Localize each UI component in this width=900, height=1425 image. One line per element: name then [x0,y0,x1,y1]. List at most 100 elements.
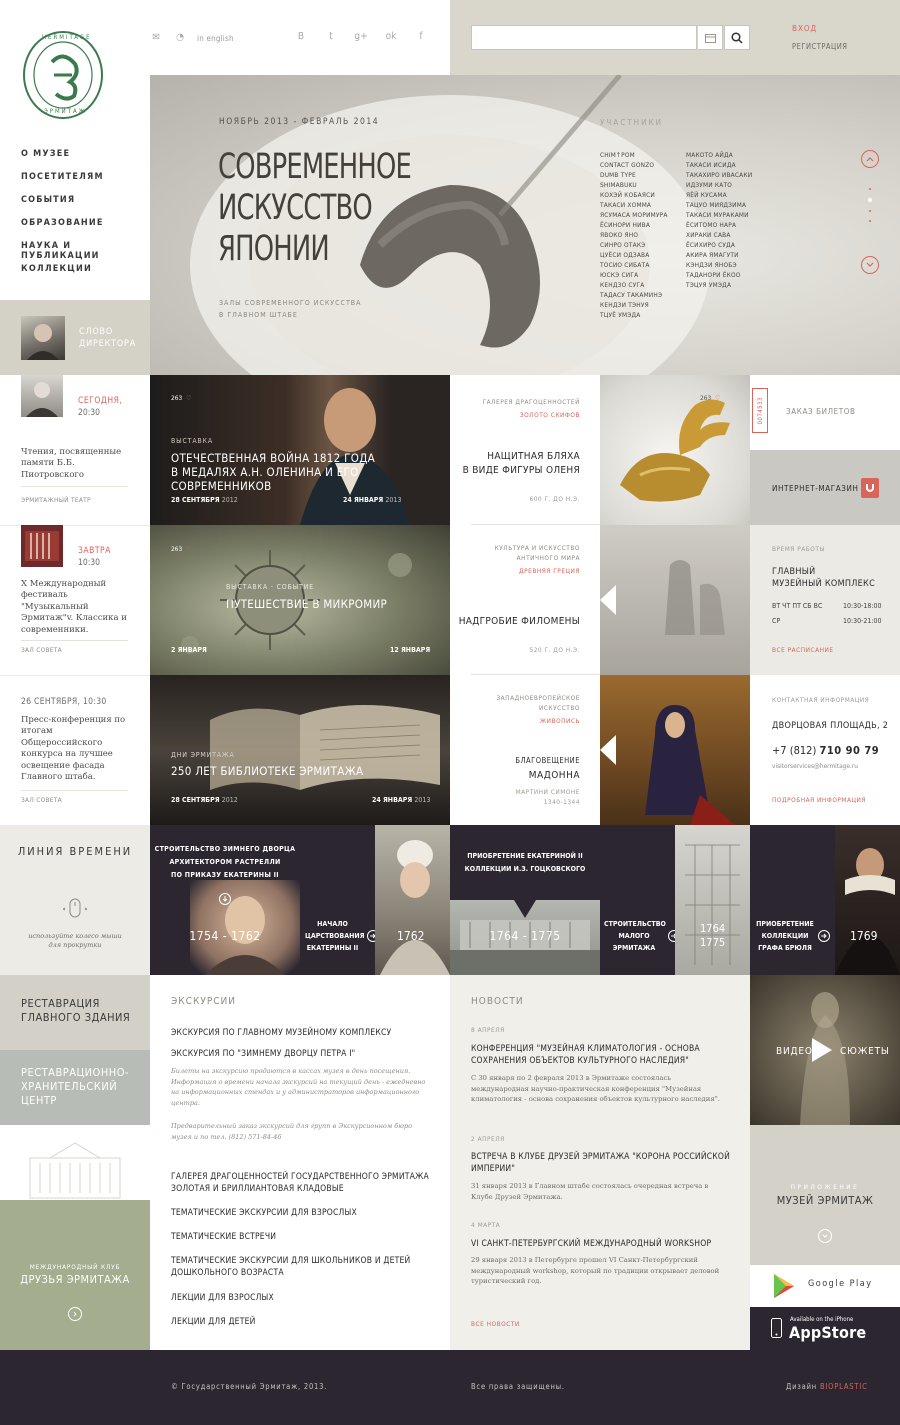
likes-badge[interactable]: 263 ♡ [171,394,191,402]
news-headline[interactable]: VI САНКТ-ПЕТЕРБУРГСКИЙ МЕЖДУНАРОДНЫЙ WOR… [471,1238,731,1250]
portrait-image [27,324,59,360]
footer-designer[interactable]: BIOPLASTIC [820,1382,868,1391]
news-headline[interactable]: ВСТРЕЧА В КЛУБЕ ДРУЗЕЙ ЭРМИТАЖА "КОРОНА … [471,1151,731,1175]
timeline-photo-brul [835,825,900,975]
mouse-icon [61,897,89,921]
facebook-icon[interactable]: f [414,31,428,43]
play-icon[interactable] [812,1038,832,1062]
logo-emblem-icon [23,31,103,119]
restoration-title[interactable]: РЕСТАВРАЦИЯ ГЛАВНОГО ЗДАНИЯ [21,997,131,1025]
portrait-image [26,382,58,417]
event-divider [21,790,128,791]
excursion-item[interactable]: ЛЕКЦИИ ДЛЯ ВЗРОСЛЫХ [171,1292,433,1316]
timeline-text-line: АРХИТЕКТОРОМ РАСТРЕЛЛИ [169,858,281,866]
artwork-title: НАЩИТНАЯ БЛЯХА В ВИДЕ ФИГУРЫ ОЛЕНЯ [450,450,580,478]
slider-dot[interactable] [869,188,871,190]
search-input[interactable] [471,25,697,50]
exhibit-to: 24 ЯНВАРЯ 2013 [372,796,430,804]
login-link[interactable]: ВХОД [792,24,817,33]
schedule-link[interactable]: ВСЕ РАСПИСАНИЕ [772,646,834,654]
timeline-item-4-text: СТРОИТЕЛЬСТВО МАЛОГО ЭРМИТАЖА [604,918,666,954]
excursion-item[interactable]: ТЕМАТИЧЕСКИЕ ВСТРЕЧИ [171,1231,433,1255]
event-place[interactable]: ЭРМИТАЖНЫЙ ТЕАТР [21,496,91,504]
shop-icon[interactable] [861,478,879,498]
rss-icon[interactable]: ◔ [173,32,187,44]
slider-up-button[interactable] [861,150,879,168]
google-plus-icon[interactable]: g+ [354,31,368,43]
nav-item-about[interactable]: О МУЗЕЕ [21,149,149,172]
hours-time-2: 10:30-21:00 [843,617,882,625]
news-text: 31 января 2013 в Главном штабе состоялас… [471,1182,709,1201]
nav-item-events[interactable]: СОБЫТИЯ [21,195,149,218]
event-place[interactable]: ЗАЛ СОВЕТА [21,796,62,804]
artwork-title-line2[interactable]: МАДОННА [450,768,580,783]
appstore-button[interactable]: Available on the iPhone AppStore [750,1307,900,1350]
english-link[interactable]: in english [197,34,234,43]
slider-dot[interactable] [869,220,871,222]
hermitage-logo[interactable]: HERMITAGE ЭРМИТАЖ [22,30,104,120]
restoration-center-title[interactable]: РЕСТАВРАЦИОННО-ХРАНИТЕЛЬСКИЙ ЦЕНТР [21,1066,136,1108]
likes-badge[interactable]: 263 ♡ [171,545,191,553]
app-expand-button[interactable] [818,1229,832,1243]
shop-link[interactable]: ИНТЕРНЕТ-МАГАЗИН [772,484,859,493]
google-play-button[interactable]: Google Play [750,1265,900,1307]
timeline-years: 1764 - 1775 [489,929,561,943]
excursion-item[interactable]: ГАЛЕРЕЯ ДРАГОЦЕННОСТЕЙ ГОСУДАРСТВЕННОГО … [171,1171,433,1207]
event-day: 26 СЕНТЯБРЯ, 10:30 [21,697,107,707]
artwork-photo-deer[interactable] [600,375,750,525]
footer-design[interactable]: Дизайн BIOPLASTIC [786,1382,868,1391]
artwork-title-line1[interactable]: БЛАГОВЕЩЕНИЕ [450,753,580,768]
accordion-image [25,531,59,561]
hero-title-line1: СОВРЕМЕННОЕ [218,147,412,187]
participant: ТАДАСУ ТАКАМИНЭ [600,291,663,299]
likes-badge[interactable]: 263 ♡ [700,394,720,402]
twitter-icon[interactable]: t [324,31,338,43]
timeline-down-button[interactable] [219,893,231,905]
excursion-item[interactable]: ЛЕКЦИИ ДЛЯ ДЕТЕЙ [171,1316,433,1340]
register-link[interactable]: РЕГИСТРАЦИЯ [792,42,847,51]
mail-icon[interactable]: ✉ [149,32,163,44]
all-news-link[interactable]: ВСЕ НОВОСТИ [471,1320,520,1328]
tickets-link[interactable]: ЗАКАЗ БИЛЕТОВ [786,407,856,416]
nav-item-science[interactable]: НАУКА И ПУБЛИКАЦИИ [21,241,149,264]
excursion-item[interactable]: ТЕМАТИЧЕСКИЕ ЭКСКУРСИИ ДЛЯ ВЗРОСЛЫХ [171,1207,433,1231]
excursion-item[interactable]: ТЕМАТИЧЕСКИЕ ЭКСКУРСИИ ДЛЯ ШКОЛЬНИКОВ И … [171,1255,433,1292]
nav-item-visitors[interactable]: ПОСЕТИТЕЛЯМ [21,172,149,195]
contacts-email[interactable]: visitorservices@hermitage.ru [772,762,858,770]
participant: КЕНДЗО СУГА [600,281,645,289]
nav-item-collections[interactable]: КОЛЛЕКЦИИ [21,264,149,287]
artwork-title-line1[interactable]: НАЩИТНАЯ БЛЯХА [450,450,580,464]
exhibit-title: ПУТЕШЕСТВИЕ В МИКРОМИР [226,597,388,611]
artwork-subcategory: ДРЕВНЯЯ ГРЕЦИЯ [519,567,580,575]
event-time: 20:30 [78,408,101,418]
artwork-photo-stele[interactable] [600,525,750,675]
contacts-more-link[interactable]: ПОДРОБНАЯ ИНФОРМАЦИЯ [772,796,866,804]
artwork-subcategory: ЗОЛОТО СКИФОВ [519,411,580,419]
news-date: 8 АПРЕЛЯ [471,1026,505,1034]
event-place[interactable]: ЗАЛ СОВЕТА [21,646,62,654]
slider-dot-active[interactable] [868,198,872,202]
slider-down-button[interactable] [861,256,879,274]
director-label-line2: ДИРЕКТОРА [79,339,137,349]
excursion-item[interactable]: ЭКСКУРСИЯ ПО "ЗИМНЕМУ ДВОРЦУ ПЕТРА I" [171,1049,355,1059]
slider-dot[interactable] [869,210,871,212]
event-today-photo [21,375,63,417]
artwork-photo-madonna[interactable] [600,675,750,825]
calendar-button[interactable] [698,25,723,50]
excursion-item[interactable]: ЭКСКУРСИЯ ПО ГЛАВНОМУ МУЗЕЙНОМУ КОМПЛЕКС… [171,1028,391,1038]
artwork-author-name: МАРТИНИ СИМОНЕ [515,788,580,796]
friends-club-button[interactable] [68,1307,82,1321]
vk-icon[interactable]: В [294,31,308,43]
hours-days-2: СР [772,617,781,625]
timeline-hint-line2: для прокрутки [48,941,102,949]
news-headline[interactable]: КОНФЕРЕНЦИЯ "МУЗЕЙНАЯ КЛИМАТОЛОГИЯ - ОСН… [471,1043,721,1067]
search-button[interactable] [724,25,750,50]
exhibit-from-year: 2012 [221,796,238,804]
participant: CONTACT GONZO [600,161,655,169]
nav-item-education[interactable]: ОБРАЗОВАНИЕ [21,218,149,241]
odnoklassniki-icon[interactable]: ok [384,31,398,43]
artwork-title[interactable]: НАДГРОБИЕ ФИЛОМЕНЫ [450,616,580,627]
timeline-next-button[interactable] [818,930,830,942]
contacts-phone[interactable]: +7 (812) 710 90 79 [772,744,879,757]
artwork-title-line2[interactable]: В ВИДЕ ФИГУРЫ ОЛЕНЯ [450,464,580,478]
